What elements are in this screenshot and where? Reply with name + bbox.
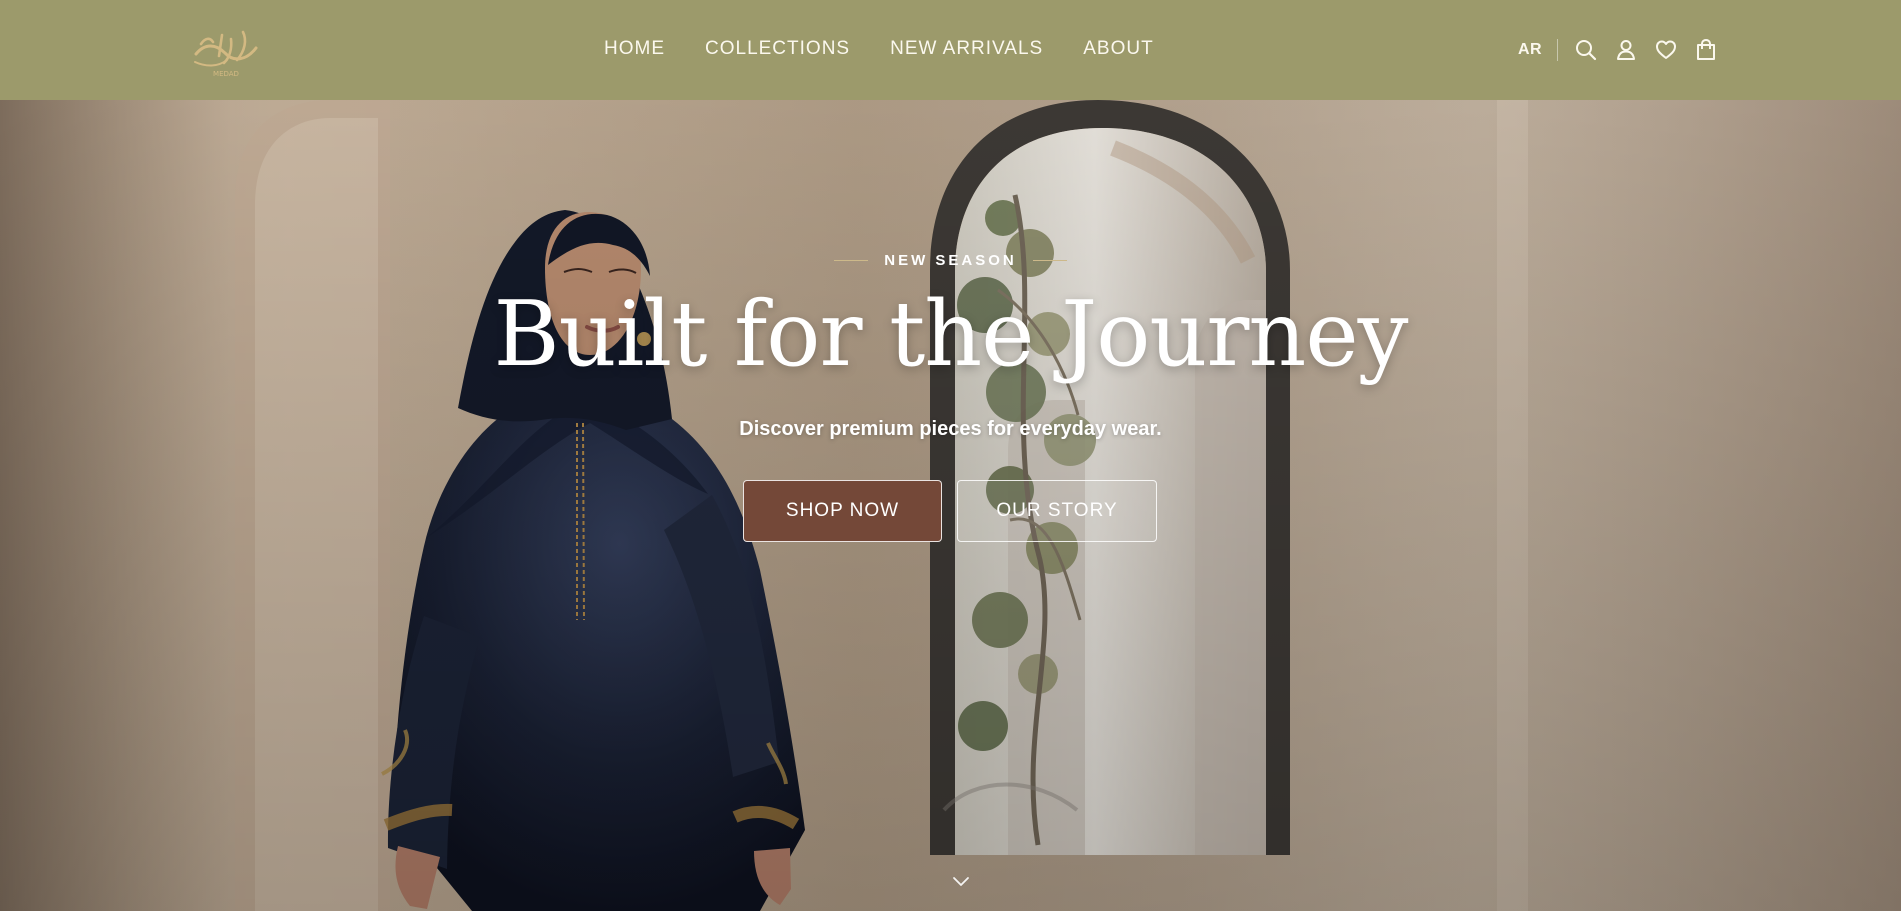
search-icon[interactable] (1573, 36, 1599, 64)
hero-eyebrow-text: NEW SEASON (884, 252, 1017, 269)
hero-eyebrow: NEW SEASON (0, 252, 1901, 269)
logo-caption: MEDAD (213, 70, 239, 78)
our-story-button[interactable]: OUR STORY (957, 480, 1157, 542)
header-divider (1557, 39, 1559, 61)
eyebrow-left-rule (834, 260, 869, 261)
nav-home[interactable]: HOME (604, 38, 665, 60)
shop-now-button[interactable]: SHOP NOW (743, 480, 942, 542)
hero-title: Built for the Journey (493, 282, 1409, 387)
hero-content: NEW SEASON Built for the Journey Discove… (0, 100, 1901, 911)
hero-banner: NEW SEASON Built for the Journey Discove… (0, 100, 1901, 911)
chevron-down-icon[interactable] (952, 876, 970, 888)
nav-about[interactable]: ABOUT (1083, 38, 1153, 60)
hero-subtitle: Discover premium pieces for everyday wea… (739, 418, 1162, 440)
main-navigation: HOME COLLECTIONS NEW ARRIVALS ABOUT (604, 38, 1154, 60)
header-tools: AR (1518, 34, 1719, 66)
bag-icon[interactable] (1693, 36, 1719, 64)
nav-collections[interactable]: COLLECTIONS (705, 38, 850, 60)
language-switcher[interactable]: AR (1518, 41, 1542, 59)
site-header: MEDAD HOME COLLECTIONS NEW ARRIVALS ABOU… (0, 0, 1901, 100)
brand-logo[interactable]: MEDAD (188, 22, 264, 80)
wishlist-icon[interactable] (1653, 36, 1679, 64)
eyebrow-right-rule (1032, 260, 1067, 261)
hero-actions: SHOP NOW OUR STORY (743, 480, 1157, 542)
nav-new-arrivals[interactable]: NEW ARRIVALS (890, 38, 1043, 60)
account-icon[interactable] (1613, 36, 1639, 64)
logo-mark: MEDAD (194, 30, 258, 78)
